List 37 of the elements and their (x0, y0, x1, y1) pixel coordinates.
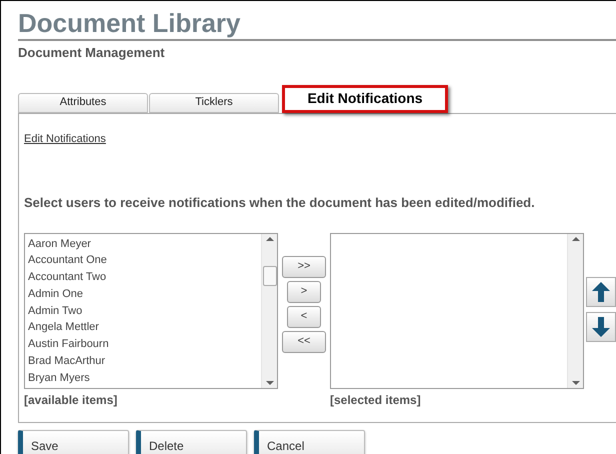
list-item[interactable]: Accountant Two (28, 269, 261, 286)
transfer-button[interactable]: << (282, 330, 326, 352)
selected-caption: [selected items] (330, 392, 422, 408)
scroll-down-icon[interactable] (572, 380, 580, 386)
scroll-down-icon[interactable] (266, 380, 274, 386)
page-subtitle: Document Management (18, 44, 166, 62)
scrollbar[interactable] (261, 234, 277, 388)
list-item[interactable]: Aaron Meyer (28, 236, 261, 252)
arrow-down-icon (592, 316, 610, 336)
arrow-up-icon (592, 282, 610, 302)
list-item[interactable]: Accountant One (28, 252, 261, 270)
action-button[interactable]: Delete (136, 430, 247, 454)
transfer-button[interactable]: >> (282, 256, 326, 278)
action-button[interactable]: Save (18, 430, 129, 454)
tab[interactable]: Attributes (18, 92, 148, 112)
page-title: Document Library (18, 7, 242, 39)
transfer-button[interactable]: < (287, 306, 321, 328)
scroll-thumb[interactable] (262, 266, 276, 286)
scroll-up-icon[interactable] (266, 236, 274, 242)
instruction-text: Select users to receive notifications when the document has been edited/modified. (24, 194, 536, 212)
move-down-button[interactable] (586, 312, 616, 342)
list-item[interactable]: Bryan Myers (28, 370, 261, 387)
edit-notifications-link[interactable]: Edit Notifications (24, 130, 616, 147)
list-item[interactable]: Angela Mettler (28, 319, 261, 336)
list-item[interactable]: Admin Two (28, 302, 261, 320)
available-caption: [available items] (24, 392, 118, 408)
transfer-button[interactable]: > (287, 280, 321, 302)
list-item[interactable]: Austin Fairbourn (28, 336, 261, 354)
tab[interactable]: Ticklers (149, 92, 279, 112)
available-listbox[interactable]: Aaron Meyer Accountant One Accountant Two Admin One Admin Two Angela Mettler Austin Fairbourn Brad MacArthur Bryan Myers (24, 232, 278, 388)
scrollbar[interactable] (567, 234, 583, 388)
tab[interactable]: Edit Notifications (282, 84, 448, 112)
action-button[interactable]: Cancel (254, 430, 365, 454)
list-item[interactable]: Admin One (28, 286, 261, 303)
scroll-up-icon[interactable] (572, 236, 580, 242)
list-item[interactable]: Brad MacArthur (28, 353, 261, 370)
move-up-button[interactable] (586, 276, 616, 306)
